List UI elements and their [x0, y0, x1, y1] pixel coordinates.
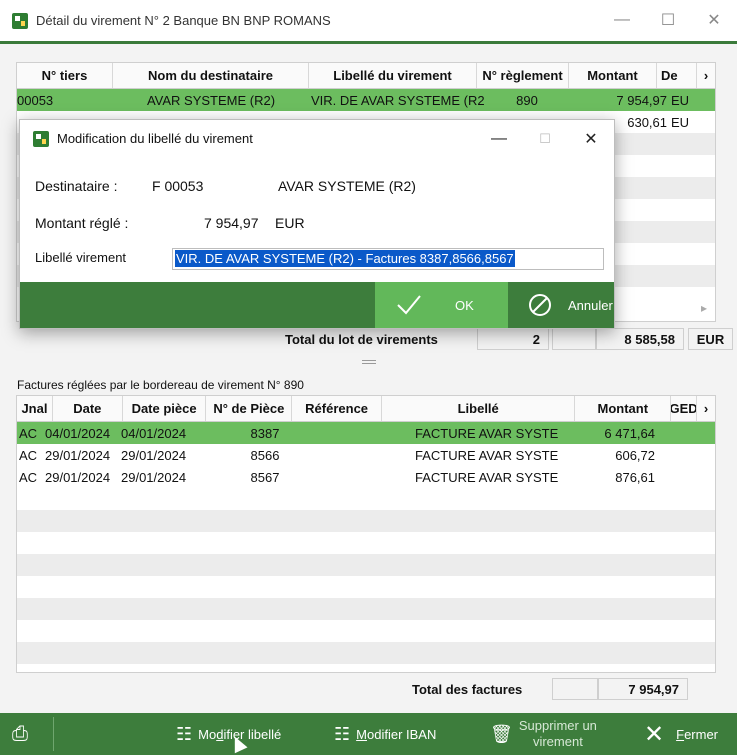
- app-logo-icon: [33, 130, 49, 147]
- close-button[interactable]: ✕: [691, 0, 737, 40]
- scroll-right-icon[interactable]: ›: [697, 63, 715, 88]
- transfer-label-input[interactable]: VIR. DE AVAR SYSTEME (R2) - Factures 838…: [172, 248, 604, 270]
- invoices-table: Jnal Date Date pièce N° de Pièce Référen…: [16, 395, 716, 673]
- sliders-icon: ☷: [334, 723, 351, 744]
- trash-icon: 🗑: [490, 723, 513, 744]
- invoices-total-label: Total des factures: [412, 682, 523, 697]
- col-nom[interactable]: Nom du destinataire: [113, 63, 309, 88]
- print-icon[interactable]: ⎙: [12, 713, 28, 755]
- minimize-button[interactable]: —: [599, 0, 645, 40]
- col-ged[interactable]: GED: [671, 396, 698, 421]
- check-icon: [397, 295, 421, 315]
- table-row[interactable]: AC 04/01/2024 04/01/2024 8387 FACTURE AV…: [17, 422, 715, 444]
- window-title: Détail du virement N° 2 Banque BN BNP RO…: [36, 13, 331, 28]
- modify-label-dialog: Modification du libellé du virement — ☐ …: [19, 119, 615, 329]
- table-row[interactable]: AC 29/01/2024 29/01/2024 8567 FACTURE AV…: [17, 466, 715, 488]
- col-libelle[interactable]: Libellé du virement: [309, 63, 477, 88]
- cancel-button[interactable]: Annuler: [508, 282, 614, 328]
- dialog-button-bar: OK Annuler: [20, 282, 614, 328]
- amount-currency: EUR: [275, 215, 305, 231]
- scroll-right-icon[interactable]: ›: [697, 396, 715, 421]
- lot-total-spacer: [552, 328, 596, 350]
- lot-total-count: 2: [477, 328, 549, 350]
- invoices-table-header: Jnal Date Date pièce N° de Pièce Référen…: [17, 396, 715, 422]
- amount-value: 7 954,97: [204, 215, 259, 231]
- invoices-total-spacer: [552, 678, 598, 700]
- ok-button[interactable]: OK: [375, 282, 508, 328]
- dialog-minimize-button[interactable]: —: [476, 120, 522, 157]
- col-montant[interactable]: Montant: [569, 63, 657, 88]
- col-piece[interactable]: N° de Pièce: [206, 396, 293, 421]
- delete-transfer-button[interactable]: 🗑 Supprimer un virement: [490, 713, 597, 755]
- amount-label: Montant réglé :: [35, 215, 129, 231]
- close-x-icon: ✕: [644, 720, 665, 748]
- invoices-total-bar: Total des factures 7 954,97: [0, 678, 737, 702]
- col-jnal[interactable]: Jnal: [17, 396, 53, 421]
- window-controls: — ☐ ✕: [599, 0, 737, 40]
- lot-total-bar: Total du lot de virements 2 8 585,58 EUR: [0, 328, 737, 352]
- col-libelle-facture[interactable]: Libellé: [382, 396, 576, 421]
- recipient-code: F 00053: [152, 178, 204, 194]
- cancel-icon: [529, 294, 551, 316]
- bottom-toolbar: ⎙ ☷ Mo d ifier libellé ☷ Modifier IBAN 🗑 S…: [0, 713, 737, 755]
- invoices-total-amount: 7 954,97: [598, 678, 688, 700]
- modify-label-button[interactable]: ☷ Mo d ifier libellé: [176, 713, 281, 755]
- splitter-handle[interactable]: [362, 360, 376, 364]
- transfer-label-label: Libellé virement: [35, 250, 127, 265]
- lot-total-amount: 8 585,58: [596, 328, 684, 350]
- transfers-table-header: N° tiers Nom du destinataire Libellé du …: [17, 63, 715, 89]
- col-devise[interactable]: De: [657, 63, 697, 88]
- dialog-title: Modification du libellé du virement: [57, 131, 253, 146]
- col-reglement[interactable]: N° règlement: [477, 63, 569, 88]
- col-date-piece[interactable]: Date pièce: [123, 396, 207, 421]
- col-montant-facture[interactable]: Montant: [575, 396, 672, 421]
- recipient-name: AVAR SYSTEME (R2): [278, 178, 416, 194]
- dialog-window-controls: — ☐ ✕: [476, 120, 614, 157]
- window-titlebar: Détail du virement N° 2 Banque BN BNP RO…: [0, 0, 737, 44]
- close-window-button[interactable]: ✕ Fermer: [644, 713, 718, 755]
- maximize-button[interactable]: ☐: [645, 0, 691, 40]
- dialog-maximize-button[interactable]: ☐: [522, 120, 568, 157]
- col-date[interactable]: Date: [53, 396, 123, 421]
- toolbar-separator: [53, 717, 54, 751]
- recipient-label: Destinataire :: [35, 178, 118, 194]
- table-row[interactable]: 00053 AVAR SYSTEME (R2) VIR. DE AVAR SYS…: [17, 89, 715, 111]
- col-tiers[interactable]: N° tiers: [17, 63, 113, 88]
- scroll-right-arrow-icon[interactable]: ▸: [701, 301, 707, 315]
- invoices-section-label: Factures réglées par le bordereau de vir…: [17, 378, 304, 392]
- lot-total-label: Total du lot de virements: [285, 332, 438, 347]
- dialog-close-button[interactable]: ✕: [568, 120, 614, 157]
- transfer-label-value: VIR. DE AVAR SYSTEME (R2) - Factures 838…: [175, 250, 515, 267]
- modify-iban-button[interactable]: ☷ Modifier IBAN: [334, 713, 436, 755]
- app-logo-icon: [12, 12, 28, 29]
- sliders-icon: ☷: [176, 723, 193, 744]
- col-reference[interactable]: Référence: [292, 396, 382, 421]
- lot-total-currency: EUR: [688, 328, 733, 350]
- table-row[interactable]: AC 29/01/2024 29/01/2024 8566 FACTURE AV…: [17, 444, 715, 466]
